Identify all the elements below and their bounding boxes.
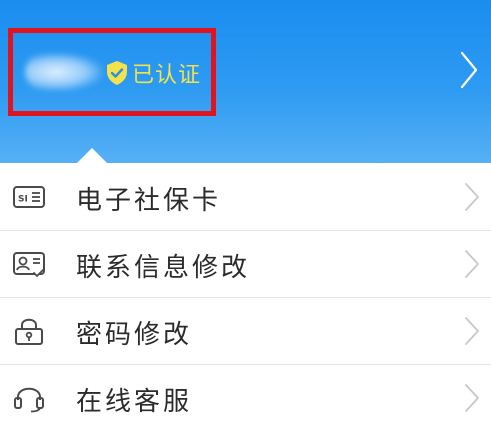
chevron-right-icon <box>465 317 479 345</box>
menu-item-online-service[interactable]: 在线客服 <box>0 365 491 421</box>
user-info-highlight[interactable]: 已认证 <box>8 28 216 116</box>
menu-item-contact-info-edit[interactable]: 联系信息修改 <box>0 231 491 298</box>
settings-menu: SI 电子社保卡 联系信息修改 密码修改 在线客服 <box>0 164 491 421</box>
svg-text:SI: SI <box>18 195 28 205</box>
shield-check-icon <box>107 61 127 85</box>
lock-icon <box>15 318 43 345</box>
contact-card-icon <box>13 252 45 278</box>
profile-page: 已认证 SI 电子社保卡 联系信息修改 密码修改 在线客服 <box>0 0 491 421</box>
chevron-right-icon[interactable] <box>458 50 480 90</box>
menu-item-label: 密码修改 <box>76 320 193 350</box>
header-pointer-notch <box>76 148 108 164</box>
headset-icon <box>14 387 44 413</box>
profile-header[interactable]: 已认证 <box>0 0 491 164</box>
chevron-right-icon <box>465 250 479 278</box>
menu-item-password-change[interactable]: 密码修改 <box>0 298 491 365</box>
menu-item-label: 电子社保卡 <box>76 186 222 216</box>
chevron-right-icon <box>465 183 479 211</box>
blurred-user-name <box>25 53 103 91</box>
menu-item-label: 联系信息修改 <box>76 253 251 283</box>
social-security-card-icon: SI <box>13 186 45 208</box>
verified-status-text: 已认证 <box>132 63 202 88</box>
chevron-right-icon <box>465 384 479 412</box>
menu-item-label: 在线客服 <box>76 387 193 417</box>
menu-item-social-security-card[interactable]: SI 电子社保卡 <box>0 164 491 231</box>
